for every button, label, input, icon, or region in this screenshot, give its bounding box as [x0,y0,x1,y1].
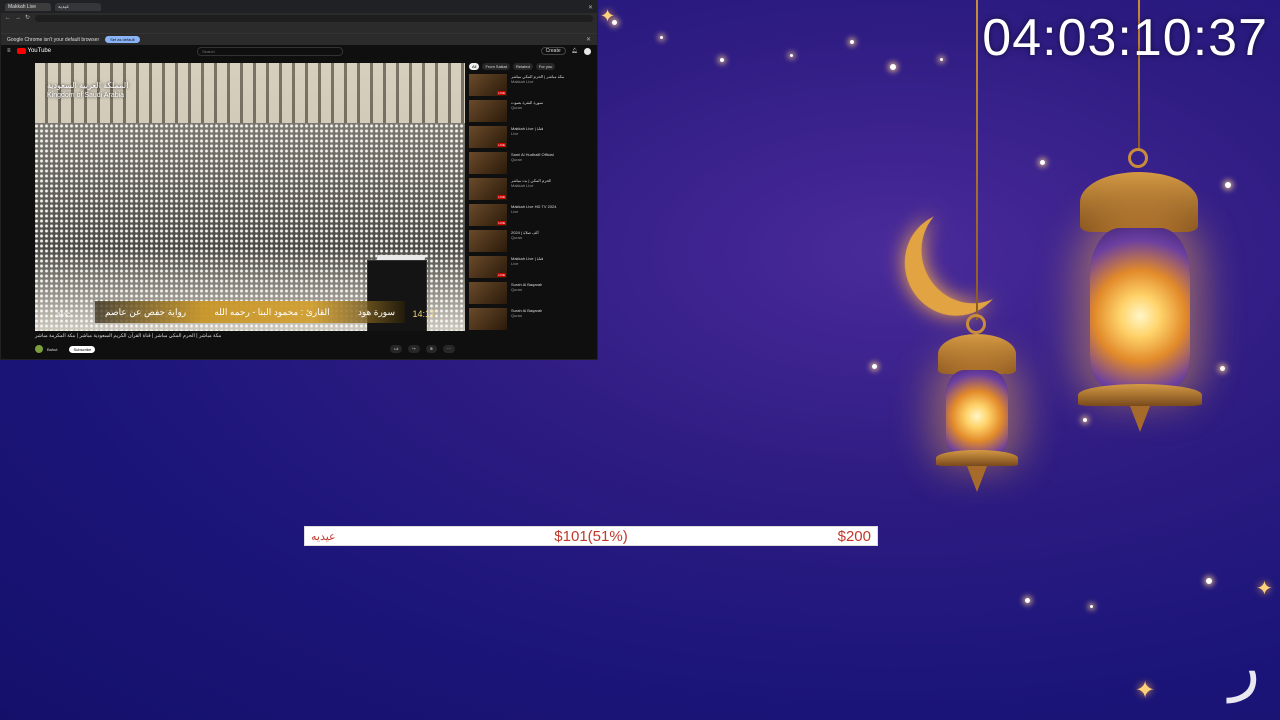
youtube-logo[interactable]: YouTube [16,48,51,54]
address-bar: ← → ↻ [1,13,597,23]
close-icon[interactable]: ✕ [586,36,591,43]
crescent-moon [890,198,1020,330]
recommendation-item[interactable]: ألف صلاة | 2024 Quran [469,230,593,254]
sparkle-icon: ✦ [600,6,616,26]
video-title: مكة مباشر | الحرم المكي مباشر | قناة الق… [35,333,222,339]
browser-tab[interactable]: عيديه [55,3,101,11]
youtube-header: ≡ YouTube Search Create 🔔︎ [1,45,597,57]
browser-tab[interactable]: Makkah Live [5,3,51,11]
donation-goal-name: عيديه [311,531,336,543]
video-meta: مكة مباشر | الحرم المكي مباشر | قناة الق… [35,333,465,357]
like-icon[interactable]: 👍︎ [390,345,403,353]
lantern-base [1078,384,1202,406]
donation-goal-bar: عيديه $101(51%) $200 [304,526,878,546]
set-default-button[interactable]: Set as default [105,36,140,43]
channel-name[interactable]: Bahut [47,347,57,352]
donation-goal-current: $101(51%) [554,528,628,545]
channel-avatar[interactable] [35,345,43,353]
lantern-small [946,370,1008,454]
sparkle-icon: ✦ [1256,578,1273,600]
infobar-text: Google Chrome isn't your default browser [7,36,100,43]
more-icon[interactable]: ⋯ [443,345,455,353]
lantern-rope [976,0,978,320]
recommendation-item[interactable]: Surah Al Baqarah Quran [469,308,593,332]
donation-goal-fill [305,527,597,545]
recommendation-item[interactable]: LIVE مكة مباشر | الحرم المكي مباشر Makkah … [469,74,593,98]
temperature-badge: 36°C [57,313,71,319]
reload-icon[interactable]: ↻ [25,15,31,21]
chip-for-you[interactable]: For you [535,63,556,70]
back-icon[interactable]: ← [5,15,11,21]
lantern-tip [967,466,987,492]
create-button[interactable]: Create [540,47,566,55]
countdown-timer: 04:03:10:37 [982,9,1268,67]
recommendations-sidebar: All From Saikat Related For you LIVE مكة … [469,63,593,359]
bookmarks-bar [1,23,597,34]
default-browser-infobar: Google Chrome isn't your default browser… [1,34,597,45]
chip-related[interactable]: Related [513,63,533,70]
window-close-icon[interactable]: ✕ [588,4,593,11]
recommendation-item[interactable]: سورة البقرة بصوت Quran [469,100,593,124]
menu-icon[interactable]: ≡ [7,48,11,54]
video-lower-third: رواية حفص عن عاصم القارئ : محمود البنا -… [95,301,405,323]
donation-goal-target: $200 [837,528,871,545]
lantern-base [936,450,1018,466]
lantern-large [1090,228,1190,388]
lantern-ring [1128,148,1148,168]
video-time-badge: 14:17 [412,309,435,319]
forward-icon[interactable]: → [15,15,21,21]
recommendation-item[interactable]: Surah Al Baqarah Quran [469,282,593,306]
lantern-tip [1130,406,1150,432]
chip-from-channel[interactable]: From Saikat [482,63,511,70]
chip-all[interactable]: All [469,63,480,70]
recommendation-item[interactable]: LIVE Makkah Live HD TV 2024 Live [469,204,593,228]
calligraphy-icon: ر [1229,630,1260,704]
browser-window: Makkah Live عيديه ✕ ← → ↻ Google Chrome … [0,0,598,360]
share-icon[interactable]: ↪ [408,345,420,353]
avatar[interactable] [584,47,591,55]
url-field[interactable] [35,14,593,22]
bell-icon[interactable]: 🔔︎ [572,48,578,54]
save-icon[interactable]: ⊕ [425,345,437,353]
lantern-cap [1080,172,1198,232]
sparkle-icon: ✦ [1135,677,1156,704]
tab-strip: Makkah Live عيديه ✕ [1,1,597,13]
recommendation-item[interactable]: Sami Al Hudhaifi Official Quran [469,152,593,176]
reader-label: القارئ : محمود البنا - رحمه الله [214,306,330,317]
recommendation-item[interactable]: LIVE Makkah Live | قناة Live [469,126,593,150]
recommendation-item[interactable]: LIVE Makkah Live | قناة Live [469,256,593,280]
surah-label: سورة هود [357,306,395,317]
search-input[interactable]: Search [197,46,344,56]
subscribe-button[interactable]: Subscribe [69,345,96,353]
riwaya-label: رواية حفص عن عاصم [105,306,187,317]
lantern-cap [938,334,1016,374]
channel-watermark: المملكة العربية السعودية Kingdom of Saud… [47,81,129,99]
lantern-ring [966,314,986,334]
recommendation-item[interactable]: LIVE الحرم المكي | بث مباشر Makkah Live [469,178,593,202]
video-player[interactable]: المملكة العربية السعودية Kingdom of Saud… [35,63,465,331]
